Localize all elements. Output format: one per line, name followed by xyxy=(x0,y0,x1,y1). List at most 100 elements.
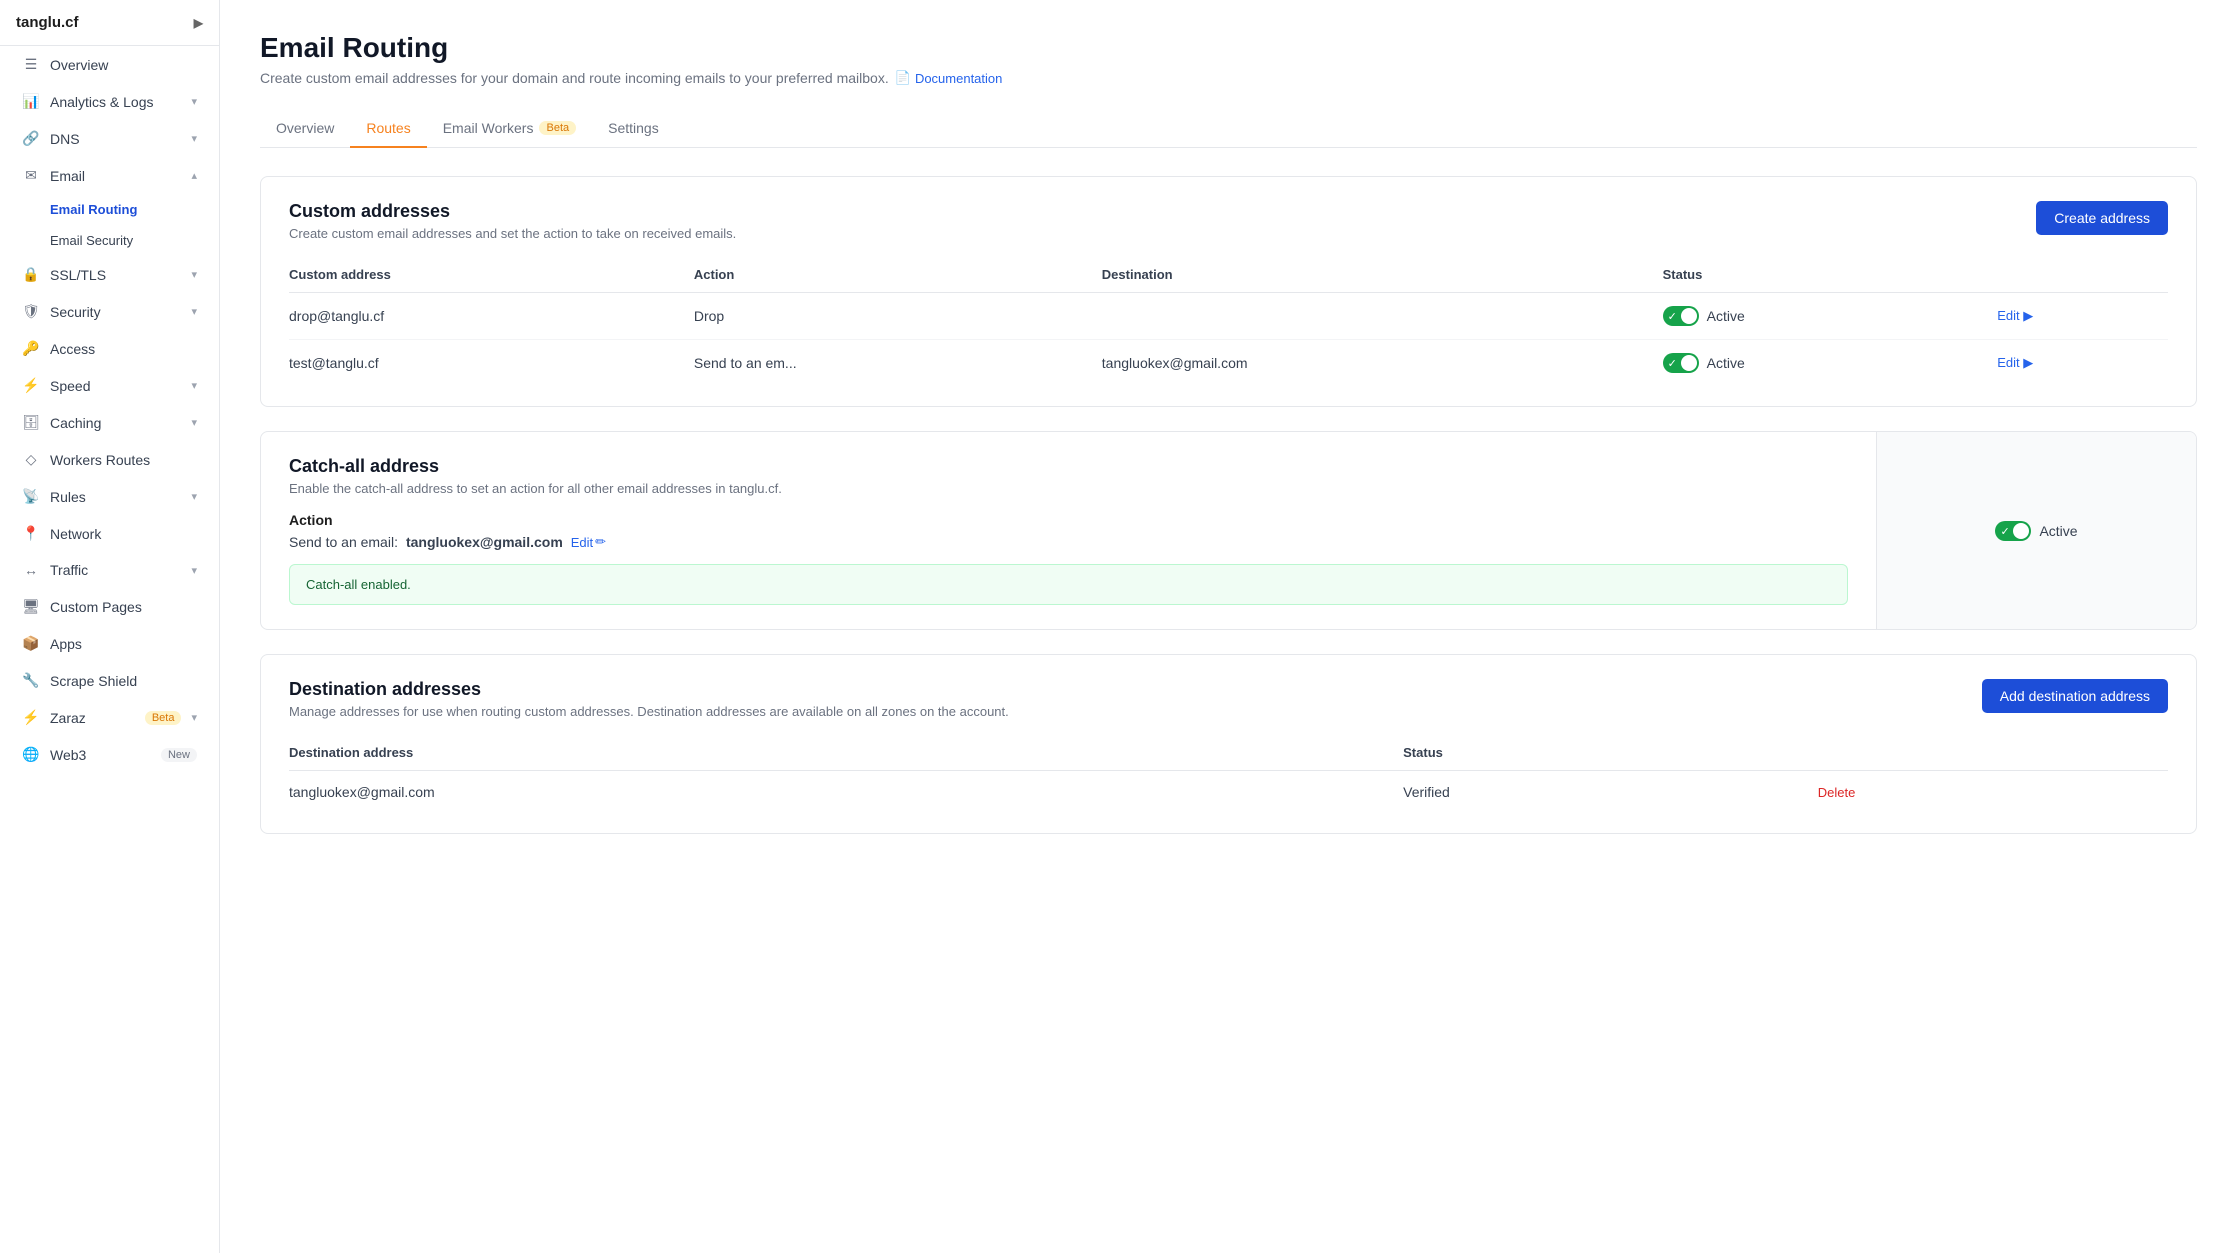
edit-cell: Edit ▶ xyxy=(1997,293,2168,340)
zaraz-icon: ⚡ xyxy=(22,709,40,726)
sidebar-item-label: Workers Routes xyxy=(50,452,197,468)
chevron-down-icon: ▾ xyxy=(191,132,197,145)
create-address-button[interactable]: Create address xyxy=(2036,201,2168,235)
sidebar-item-apps[interactable]: 📦 Apps xyxy=(6,626,213,661)
brand-arrow: ▶ xyxy=(194,16,203,30)
sidebar-item-custom-pages[interactable]: 🖥 Custom Pages xyxy=(6,589,213,624)
scrape-icon: 🔧 xyxy=(22,672,40,689)
dns-icon: 🔗 xyxy=(22,130,40,147)
destination-title: Destination addresses xyxy=(289,679,1009,700)
sidebar-item-workers[interactable]: ◇ Workers Routes xyxy=(6,442,213,477)
sidebar-item-overview[interactable]: ☰ Overview xyxy=(6,47,213,82)
table-row: test@tanglu.cf Send to an em... tangluok… xyxy=(289,340,2168,387)
chevron-down-icon: ▾ xyxy=(191,379,197,392)
destination-addresses-card: Destination addresses Manage addresses f… xyxy=(260,654,2197,834)
sidebar-item-web3[interactable]: 🌐 Web3 New xyxy=(6,737,213,772)
col-destination: Destination xyxy=(1102,257,1663,293)
catch-all-body: Action Send to an email: tangluokex@gmai… xyxy=(261,512,1876,629)
col-status: Status xyxy=(1663,257,1998,293)
cache-icon: 🗄 xyxy=(22,414,40,431)
catch-all-header: Catch-all address Enable the catch-all a… xyxy=(261,432,1876,512)
table-row: tangluokex@gmail.com Verified Delete xyxy=(289,771,2168,814)
documentation-link[interactable]: 📄 Documentation xyxy=(895,70,1003,86)
catch-all-edit-link[interactable]: Edit ✏ xyxy=(571,534,606,550)
table-row: drop@tanglu.cf Drop ✓ Active xyxy=(289,293,2168,340)
chevron-down-icon: ▾ xyxy=(191,490,197,503)
status-toggle[interactable]: ✓ xyxy=(1663,353,1699,373)
sidebar-item-security[interactable]: 🛡 Security ▾ xyxy=(6,294,213,329)
sidebar-item-label: Rules xyxy=(50,489,181,505)
custom-addresses-desc: Create custom email addresses and set th… xyxy=(289,226,736,241)
sidebar-item-label: Email xyxy=(50,168,181,184)
catch-all-right: ✓ Active xyxy=(1876,432,2196,629)
sidebar-item-email[interactable]: ✉ Email ▴ xyxy=(6,158,213,193)
email-icon: ✉ xyxy=(22,167,40,184)
destination-table: Destination address Status tangluokex@gm… xyxy=(289,735,2168,813)
custom-address-cell: drop@tanglu.cf xyxy=(289,293,694,340)
tab-overview-label: Overview xyxy=(276,120,334,136)
traffic-icon: ↔ xyxy=(22,562,40,578)
edit-link[interactable]: Edit ▶ xyxy=(1997,355,2156,371)
sidebar-item-label: Analytics & Logs xyxy=(50,94,181,110)
custom-addresses-card: Custom addresses Create custom email add… xyxy=(260,176,2197,407)
tab-routes[interactable]: Routes xyxy=(350,110,426,148)
status-toggle[interactable]: ✓ xyxy=(1663,306,1699,326)
zaraz-badge: Beta xyxy=(145,711,182,725)
tab-routes-label: Routes xyxy=(366,120,410,136)
edit-link[interactable]: Edit ▶ xyxy=(1997,308,2156,324)
sidebar-item-traffic[interactable]: ↔ Traffic ▾ xyxy=(6,553,213,587)
col-delete xyxy=(1818,735,2168,771)
tab-settings[interactable]: Settings xyxy=(592,110,675,148)
destination-header-text: Destination addresses Manage addresses f… xyxy=(289,679,1009,719)
col-actions xyxy=(1997,257,2168,293)
add-destination-button[interactable]: Add destination address xyxy=(1982,679,2168,713)
overview-icon: ☰ xyxy=(22,56,40,73)
catch-all-header-text: Catch-all address Enable the catch-all a… xyxy=(289,456,782,496)
sidebar-item-analytics[interactable]: 📊 Analytics & Logs ▾ xyxy=(6,84,213,119)
chevron-up-icon: ▴ xyxy=(191,169,197,182)
speed-icon: ⚡ xyxy=(22,377,40,394)
action-value: Send to an email: tangluokex@gmail.com E… xyxy=(289,534,1848,550)
edit-label: Edit xyxy=(571,535,593,550)
network-icon: 📍 xyxy=(22,525,40,542)
custom-addresses-table-wrap: Custom address Action Destination Status… xyxy=(261,257,2196,406)
status-cell: ✓ Active xyxy=(1663,340,1998,387)
shield-icon: 🛡 xyxy=(22,303,40,320)
doc-icon: 📄 xyxy=(895,70,911,86)
sidebar-item-dns[interactable]: 🔗 DNS ▾ xyxy=(6,121,213,156)
sidebar-item-email-security[interactable]: Email Security xyxy=(6,226,213,255)
custom-address-cell: test@tanglu.cf xyxy=(289,340,694,387)
tab-overview[interactable]: Overview xyxy=(260,110,350,148)
brand[interactable]: tanglu.cf ▶ xyxy=(0,0,219,46)
sidebar-item-rules[interactable]: 📡 Rules ▾ xyxy=(6,479,213,514)
dest-delete-cell: Delete xyxy=(1818,771,2168,814)
edit-pencil-icon: ✏ xyxy=(595,534,606,550)
sidebar-item-caching[interactable]: 🗄 Caching ▾ xyxy=(6,405,213,440)
delete-link[interactable]: Delete xyxy=(1818,785,1856,800)
sidebar-item-label: Access xyxy=(50,341,197,357)
tab-email-workers[interactable]: Email Workers Beta xyxy=(427,110,592,148)
custom-addresses-header-text: Custom addresses Create custom email add… xyxy=(289,201,736,241)
sidebar-item-zaraz[interactable]: ⚡ Zaraz Beta ▾ xyxy=(6,700,213,735)
catch-all-banner: Catch-all enabled. xyxy=(289,564,1848,605)
sidebar-item-label: Security xyxy=(50,304,181,320)
dest-address-cell: tangluokex@gmail.com xyxy=(289,771,1403,814)
catch-all-title: Catch-all address xyxy=(289,456,782,477)
chevron-down-icon: ▾ xyxy=(191,268,197,281)
sidebar-item-ssl[interactable]: 🔒 SSL/TLS ▾ xyxy=(6,257,213,292)
sidebar-item-speed[interactable]: ⚡ Speed ▾ xyxy=(6,368,213,403)
chevron-down-icon: ▾ xyxy=(191,564,197,577)
catch-all-email: tangluokex@gmail.com xyxy=(406,534,563,550)
sidebar-item-label: Web3 xyxy=(50,747,151,763)
sidebar-item-network[interactable]: 📍 Network xyxy=(6,516,213,551)
catch-all-toggle[interactable]: ✓ xyxy=(1995,521,2031,541)
sidebar-item-access[interactable]: 🔑 Access xyxy=(6,331,213,366)
sidebar-item-label: Network xyxy=(50,526,197,542)
send-prefix: Send to an email: xyxy=(289,534,398,550)
action-cell: Send to an em... xyxy=(694,340,1102,387)
destination-desc: Manage addresses for use when routing cu… xyxy=(289,704,1009,719)
sidebar-item-scrape-shield[interactable]: 🔧 Scrape Shield xyxy=(6,663,213,698)
sidebar-item-email-routing[interactable]: Email Routing xyxy=(6,195,213,224)
rules-icon: 📡 xyxy=(22,488,40,505)
check-icon: ✓ xyxy=(1668,310,1677,323)
